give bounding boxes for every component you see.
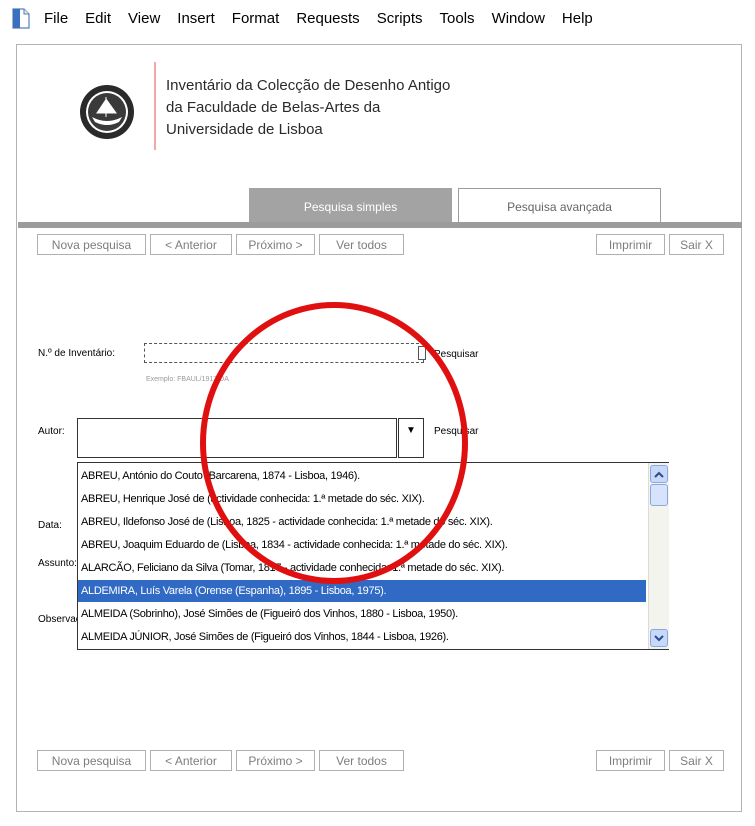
next-button-bottom[interactable]: Próximo > [236,750,315,771]
exit-button-top[interactable]: Sair X [669,234,724,255]
header-title-line-2: da Faculdade de Belas-Artes da [166,99,381,116]
inventory-number-input[interactable] [144,343,424,363]
dropdown-arrow-icon: ▼ [406,425,416,436]
menu-scripts[interactable]: Scripts [377,10,423,27]
author-search-link[interactable]: Pesquisar [434,426,478,437]
menu-format[interactable]: Format [232,10,280,27]
inventory-search-link[interactable]: Pesquisar [434,349,478,360]
author-dropdown-button[interactable]: ▼ [398,418,424,458]
app-document-icon[interactable] [10,6,32,30]
tab-simple-search[interactable]: Pesquisa simples [249,188,452,226]
header-title-line-1: Inventário da Colecção de Desenho Antigo [166,77,451,94]
inventory-example-hint: Exemplo: FBAUL/1917/DA [146,376,229,383]
dropdown-scrollbar[interactable] [648,463,669,649]
scroll-down-arrow-icon[interactable] [650,629,668,647]
menu-window[interactable]: Window [492,10,545,27]
subject-label: Assunto: [38,558,77,569]
exit-button-bottom[interactable]: Sair X [669,750,724,771]
menu-file[interactable]: File [44,10,68,27]
tab-advanced-search[interactable]: Pesquisa avançada [458,188,661,224]
menu-insert[interactable]: Insert [177,10,215,27]
header-title-line-3: Universidade de Lisboa [166,121,323,138]
scroll-thumb[interactable] [650,484,668,506]
menu-view[interactable]: View [128,10,160,27]
new-search-button-bottom[interactable]: Nova pesquisa [37,750,146,771]
inventory-number-label: N.º de Inventário: [38,348,116,359]
scroll-up-arrow-icon[interactable] [650,465,668,483]
inventory-input-cap [418,346,426,360]
menu-bar: File Edit View Insert Format Requests Sc… [0,0,755,36]
author-dropdown-list[interactable]: ABREU, António do Couto (Barcarena, 1874… [77,462,669,650]
menu-edit[interactable]: Edit [85,10,111,27]
author-option[interactable]: ABREU, Joaquim Eduardo de (Lisboa, 1834 … [78,534,646,556]
date-label: Data: [38,520,62,531]
author-option-selected[interactable]: ALDEMIRA, Luís Varela (Orense (Espanha),… [78,580,646,602]
previous-button-top[interactable]: < Anterior [150,234,232,255]
author-option[interactable]: ALMEIDA (Sobrinho), José Simões de (Figu… [78,603,646,625]
new-search-button-top[interactable]: Nova pesquisa [37,234,146,255]
author-combobox[interactable] [77,418,397,458]
author-label: Autor: [38,426,65,437]
author-option[interactable]: ALARCÃO, Feliciano da Silva (Tomar, 1817… [78,557,646,579]
next-button-top[interactable]: Próximo > [236,234,315,255]
print-button-bottom[interactable]: Imprimir [596,750,665,771]
author-option[interactable]: ABREU, Henrique José de (actividade conh… [78,488,646,510]
previous-button-bottom[interactable]: < Anterior [150,750,232,771]
print-button-top[interactable]: Imprimir [596,234,665,255]
menu-help[interactable]: Help [562,10,593,27]
author-option[interactable]: ABREU, Ildefonso José de (Lisboa, 1825 -… [78,511,646,533]
show-all-button-top[interactable]: Ver todos [319,234,404,255]
tabs-underline [18,222,742,228]
show-all-button-bottom[interactable]: Ver todos [319,750,404,771]
author-option[interactable]: ABREU, António do Couto (Barcarena, 1874… [78,465,646,487]
university-seal-logo [78,83,136,141]
menu-tools[interactable]: Tools [440,10,475,27]
menu-requests[interactable]: Requests [296,10,359,27]
author-option[interactable]: ALMEIDA JÚNIOR, José Simões de (Figueiró… [78,626,646,648]
header-divider [154,62,156,150]
